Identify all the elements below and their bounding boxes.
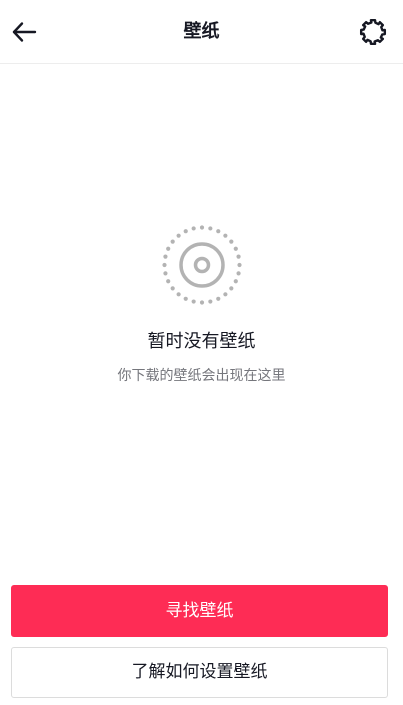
empty-state-subtitle: 你下载的壁纸会出现在这里: [117, 368, 286, 384]
gear-icon: [359, 18, 387, 46]
empty-state-title: 暂时没有壁纸: [147, 331, 256, 352]
wallpaper-empty-icon: [161, 225, 242, 305]
wallpaper-screen: 壁纸 暂时没有壁纸 你下载的壁纸会出现在这里 寻找壁纸 了解如何设置壁纸: [0, 0, 403, 705]
settings-button[interactable]: [357, 16, 389, 48]
empty-state: 暂时没有壁纸 你下载的壁纸会出现在这里: [0, 224, 403, 386]
find-wallpaper-button[interactable]: 寻找壁纸: [11, 585, 388, 637]
top-navigation-bar: 壁纸: [0, 0, 403, 64]
page-title: 壁纸: [183, 21, 220, 42]
learn-set-wallpaper-button[interactable]: 了解如何设置壁纸: [11, 647, 388, 698]
